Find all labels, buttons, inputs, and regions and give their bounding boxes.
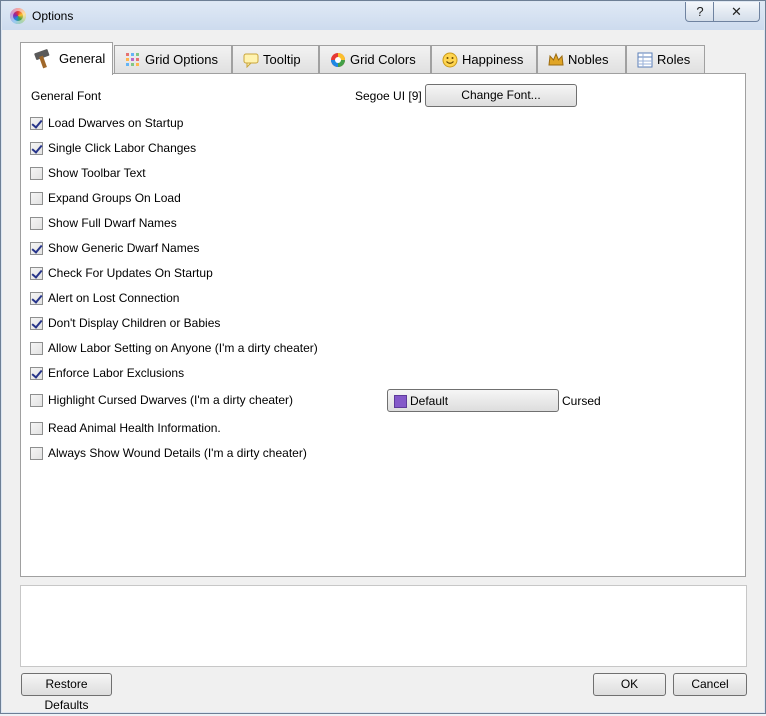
tab-roles[interactable]: Roles — [626, 45, 705, 73]
option-label: Show Toolbar Text — [48, 166, 146, 180]
tab-label: Tooltip — [263, 52, 301, 67]
option-checkbox[interactable] — [30, 316, 43, 330]
option-label: Alert on Lost Connection — [48, 291, 180, 305]
option-label: Allow Labor Setting on Anyone (I'm a dir… — [48, 341, 318, 355]
option-row[interactable]: Check For Updates On Startup — [30, 265, 213, 281]
tab-nobles[interactable]: Nobles — [537, 45, 626, 73]
option-checkbox[interactable] — [30, 421, 43, 435]
option-row[interactable]: Enforce Labor Exclusions — [30, 365, 184, 381]
tab-label: General — [59, 51, 106, 66]
client-area: General Grid Options Tooltip Grid Colors… — [9, 31, 757, 712]
option-checkbox[interactable] — [30, 266, 43, 280]
option-row[interactable]: Read Animal Health Information. — [30, 420, 221, 436]
option-label: Read Animal Health Information. — [48, 421, 221, 435]
option-label: Single Click Labor Changes — [48, 141, 197, 155]
general-panel: General Font Segoe UI [9] Change Font...… — [20, 73, 746, 577]
option-row[interactable]: Don't Display Children or Babies — [30, 315, 220, 331]
option-label: Highlight Cursed Dwarves (I'm a dirty ch… — [48, 393, 294, 407]
option-label: Load Dwarves on Startup — [48, 116, 184, 130]
option-checkbox[interactable] — [30, 366, 43, 380]
option-checkbox[interactable] — [30, 291, 43, 305]
option-checkbox[interactable] — [30, 241, 43, 255]
tab-tooltip[interactable]: Tooltip — [232, 45, 319, 73]
option-label: Show Generic Dwarf Names — [48, 241, 200, 255]
tab-label: Happiness — [462, 52, 524, 67]
tab-happiness[interactable]: Happiness — [431, 45, 537, 73]
option-checkbox[interactable] — [30, 116, 43, 130]
option-row[interactable]: Show Full Dwarf Names — [30, 215, 177, 231]
tooltip-icon — [243, 53, 259, 68]
change-font-button[interactable]: Change Font... — [425, 84, 577, 107]
option-checkbox[interactable] — [30, 216, 43, 230]
crown-icon — [548, 52, 564, 66]
tab-grid-colors[interactable]: Grid Colors — [319, 45, 431, 73]
cursed-color-button[interactable]: Default — [387, 389, 559, 412]
option-row[interactable]: Alert on Lost Connection — [30, 290, 179, 306]
tab-general[interactable]: General — [20, 42, 113, 75]
window-title: Options — [32, 9, 74, 23]
tab-grid-options[interactable]: Grid Options — [114, 45, 232, 73]
cursed-color-button-label: Default — [410, 394, 449, 408]
tab-bar: General Grid Options Tooltip Grid Colors… — [20, 42, 720, 75]
option-row[interactable]: Always Show Wound Details (I'm a dirty c… — [30, 445, 307, 461]
tab-label: Roles — [657, 52, 691, 67]
description-box — [20, 585, 747, 667]
option-row[interactable]: Single Click Labor Changes — [30, 140, 196, 156]
option-row[interactable]: Allow Labor Setting on Anyone (I'm a dir… — [30, 340, 318, 356]
option-checkbox[interactable] — [30, 191, 43, 205]
cursed-color-swatch — [394, 395, 407, 408]
smiley-icon — [442, 52, 458, 68]
option-row[interactable]: Expand Groups On Load — [30, 190, 181, 206]
restore-defaults-button[interactable]: Restore Defaults — [21, 673, 112, 712]
option-checkbox[interactable] — [30, 141, 43, 155]
tab-label: Grid Options — [145, 52, 218, 67]
tab-label: Grid Colors — [350, 52, 416, 67]
option-label: Check For Updates On Startup — [48, 266, 213, 280]
close-button[interactable]: ✕ — [713, 2, 760, 22]
option-checkbox[interactable] — [30, 341, 43, 355]
title-bar[interactable]: Options ? ✕ — [2, 2, 764, 30]
tab-label: Nobles — [568, 52, 609, 67]
option-checkbox[interactable] — [30, 166, 43, 180]
color-wheel-icon — [331, 53, 345, 67]
options-window: Options ? ✕ General Grid Options Tooltip… — [0, 0, 766, 714]
cancel-button[interactable]: Cancel — [673, 673, 747, 696]
cursed-caption: Cursed — [562, 394, 601, 408]
hammer-icon — [34, 49, 50, 69]
ok-button[interactable]: OK — [593, 673, 666, 696]
help-button[interactable]: ? — [685, 2, 715, 22]
option-row[interactable]: Show Toolbar Text — [30, 165, 146, 181]
option-label: Always Show Wound Details (I'm a dirty c… — [48, 446, 307, 460]
table-icon — [637, 52, 653, 68]
app-icon — [10, 8, 26, 24]
option-row[interactable]: Highlight Cursed Dwarves (I'm a dirty ch… — [30, 392, 293, 408]
general-font-label: General Font — [31, 89, 102, 103]
option-row[interactable]: Show Generic Dwarf Names — [30, 240, 199, 256]
font-value: Segoe UI [9] — [355, 89, 422, 103]
option-label: Show Full Dwarf Names — [48, 216, 177, 230]
option-checkbox[interactable] — [30, 446, 43, 460]
option-label: Enforce Labor Exclusions — [48, 366, 185, 380]
option-row[interactable]: Load Dwarves on Startup — [30, 115, 183, 131]
option-label: Expand Groups On Load — [48, 191, 181, 205]
option-checkbox[interactable] — [30, 393, 43, 407]
option-label: Don't Display Children or Babies — [48, 316, 221, 330]
grid-dots-icon — [126, 53, 139, 66]
